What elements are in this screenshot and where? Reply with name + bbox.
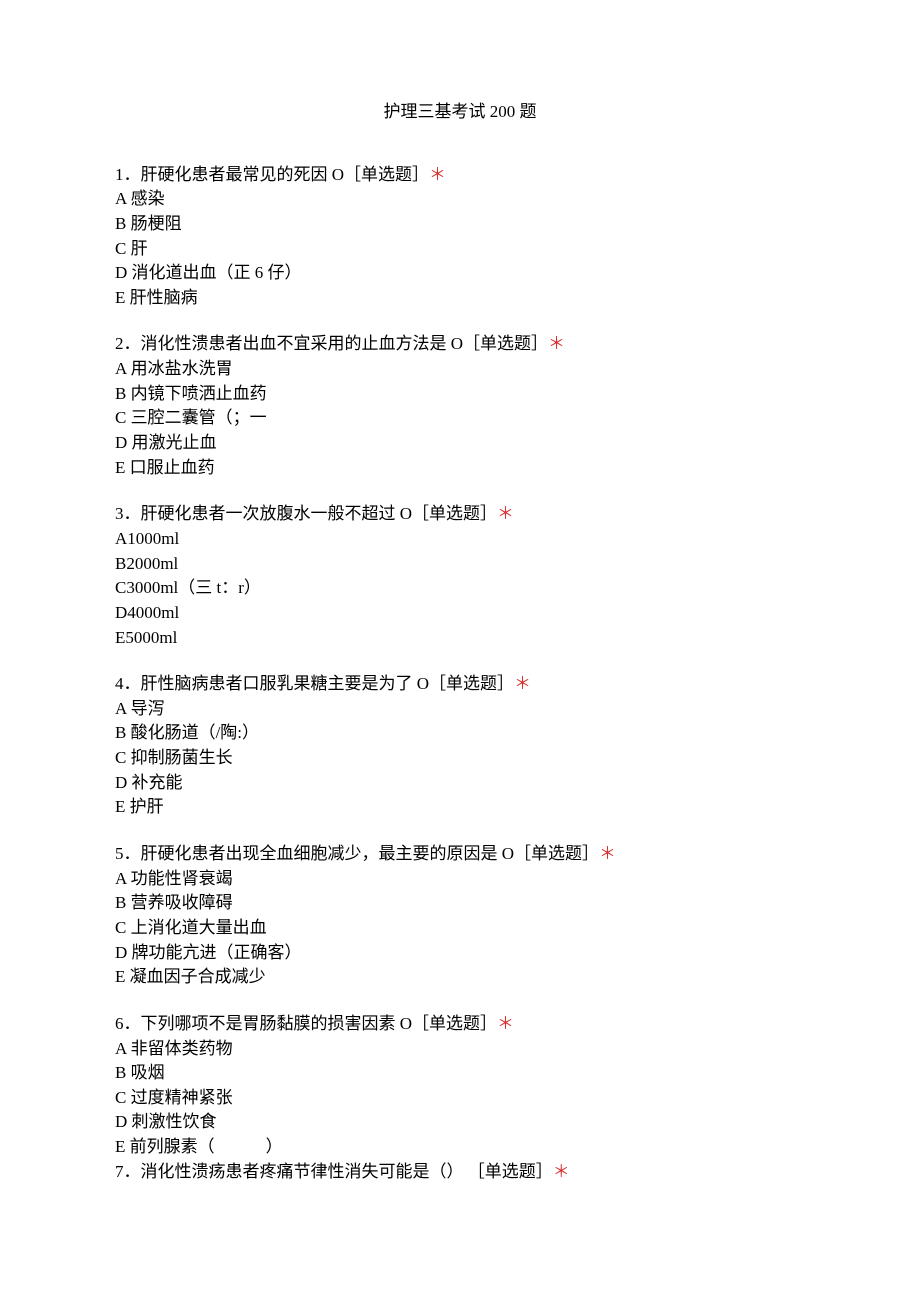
option: A 功能性肾衰竭 — [115, 867, 805, 892]
option: C 三腔二囊管（；一 — [115, 406, 805, 431]
options-list: A 导泻 B 酸化肠道（/陶:） C 抑制肠菌生长 D 补充能 E 护肝 — [115, 697, 805, 820]
option: A1000ml — [115, 527, 805, 552]
question-block: 1．肝硬化患者最常见的死因 O［单选题］＊ A 感染 B 肠梗阻 C 肝 D 消… — [115, 163, 805, 311]
question-stem: 4．肝性脑病患者口服乳果糖主要是为了 O［单选题］＊ — [115, 672, 805, 697]
required-asterisk-icon: ＊ — [553, 1162, 570, 1181]
option: A 非留体类药物 — [115, 1037, 805, 1062]
option: E5000ml — [115, 626, 805, 651]
option: C 抑制肠菌生长 — [115, 746, 805, 771]
question-stem: 5．肝硬化患者出现全血细胞减少，最主要的原因是 O［单选题］＊ — [115, 842, 805, 867]
question-text: ．消化性溃患者出血不宜采用的止血方法是 O［单选题］ — [124, 334, 549, 353]
question-stem: 3．肝硬化患者一次放腹水一般不超过 O［单选题］＊ — [115, 502, 805, 527]
option: D 补充能 — [115, 771, 805, 796]
option: C 肝 — [115, 237, 805, 262]
question-text: ．消化性溃疡患者疼痛节律性消失可能是（） ［单选题］ — [124, 1162, 553, 1181]
options-list: A 感染 B 肠梗阻 C 肝 D 消化道出血（正 6 仔） E 肝性脑病 — [115, 187, 805, 310]
question-block: 2．消化性溃患者出血不宜采用的止血方法是 O［单选题］＊ A 用冰盐水洗胃 B … — [115, 332, 805, 480]
option: A 导泻 — [115, 697, 805, 722]
option: A 用冰盐水洗胃 — [115, 357, 805, 382]
required-asterisk-icon: ＊ — [497, 504, 514, 523]
question-stem: 6．下列哪项不是胃肠黏膜的损害因素 O［单选题］＊ — [115, 1012, 805, 1037]
option: D 消化道出血（正 6 仔） — [115, 261, 805, 286]
option: B 肠梗阻 — [115, 212, 805, 237]
question-stem: 1．肝硬化患者最常见的死因 O［单选题］＊ — [115, 163, 805, 188]
question-number: 3 — [115, 504, 124, 523]
options-list: A 功能性肾衰竭 B 营养吸收障碍 C 上消化道大量出血 D 牌功能亢进（正确客… — [115, 867, 805, 990]
options-list: A1000ml B2000ml C3000ml（三 t：r） D4000ml E… — [115, 527, 805, 650]
option: D 用激光止血 — [115, 431, 805, 456]
option: B2000ml — [115, 552, 805, 577]
option: E 护肝 — [115, 795, 805, 820]
option: C 过度精神紧张 — [115, 1086, 805, 1111]
option: E 肝性脑病 — [115, 286, 805, 311]
question-block: 4．肝性脑病患者口服乳果糖主要是为了 O［单选题］＊ A 导泻 B 酸化肠道（/… — [115, 672, 805, 820]
question-number: 5 — [115, 844, 124, 863]
question-block: 6．下列哪项不是胃肠黏膜的损害因素 O［单选题］＊ A 非留体类药物 B 吸烟 … — [115, 1012, 805, 1184]
question-text: ．肝性脑病患者口服乳果糖主要是为了 O［单选题］ — [124, 674, 515, 693]
option: B 酸化肠道（/陶:） — [115, 721, 805, 746]
required-asterisk-icon: ＊ — [514, 674, 531, 693]
question-text: ．肝硬化患者一次放腹水一般不超过 O［单选题］ — [124, 504, 498, 523]
document-page: 护理三基考试 200 题 1．肝硬化患者最常见的死因 O［单选题］＊ A 感染 … — [0, 0, 920, 1244]
option: C3000ml（三 t：r） — [115, 576, 805, 601]
option: E 口服止血药 — [115, 456, 805, 481]
required-asterisk-icon: ＊ — [497, 1014, 514, 1033]
question-block: 3．肝硬化患者一次放腹水一般不超过 O［单选题］＊ A1000ml B2000m… — [115, 502, 805, 650]
question-stem: 7．消化性溃疡患者疼痛节律性消失可能是（） ［单选题］＊ — [115, 1160, 805, 1185]
document-title: 护理三基考试 200 题 — [115, 100, 805, 125]
options-list: A 非留体类药物 B 吸烟 C 过度精神紧张 D 刺激性饮食 E 前列腺素（ ） — [115, 1037, 805, 1160]
question-number: 1 — [115, 165, 124, 184]
option: C 上消化道大量出血 — [115, 916, 805, 941]
question-text: ．肝硬化患者最常见的死因 O［单选题］ — [124, 165, 430, 184]
question-number: 2 — [115, 334, 124, 353]
required-asterisk-icon: ＊ — [599, 844, 616, 863]
question-stem: 2．消化性溃患者出血不宜采用的止血方法是 O［单选题］＊ — [115, 332, 805, 357]
required-asterisk-icon: ＊ — [548, 334, 565, 353]
option: D 牌功能亢进（正确客） — [115, 941, 805, 966]
question-text: ．下列哪项不是胃肠黏膜的损害因素 O［单选题］ — [124, 1014, 498, 1033]
question-number: 7 — [115, 1162, 124, 1181]
required-asterisk-icon: ＊ — [429, 165, 446, 184]
option: E 前列腺素（ ） — [115, 1135, 805, 1160]
options-list: A 用冰盐水洗胃 B 内镜下喷洒止血药 C 三腔二囊管（；一 D 用激光止血 E… — [115, 357, 805, 480]
option: D4000ml — [115, 601, 805, 626]
question-text: ．肝硬化患者出现全血细胞减少，最主要的原因是 O［单选题］ — [124, 844, 600, 863]
option: B 吸烟 — [115, 1061, 805, 1086]
option: D 刺激性饮食 — [115, 1110, 805, 1135]
question-number: 6 — [115, 1014, 124, 1033]
option: E 凝血因子合成减少 — [115, 965, 805, 990]
option: B 内镜下喷洒止血药 — [115, 382, 805, 407]
option: A 感染 — [115, 187, 805, 212]
question-number: 4 — [115, 674, 124, 693]
option: B 营养吸收障碍 — [115, 891, 805, 916]
question-block: 5．肝硬化患者出现全血细胞减少，最主要的原因是 O［单选题］＊ A 功能性肾衰竭… — [115, 842, 805, 990]
